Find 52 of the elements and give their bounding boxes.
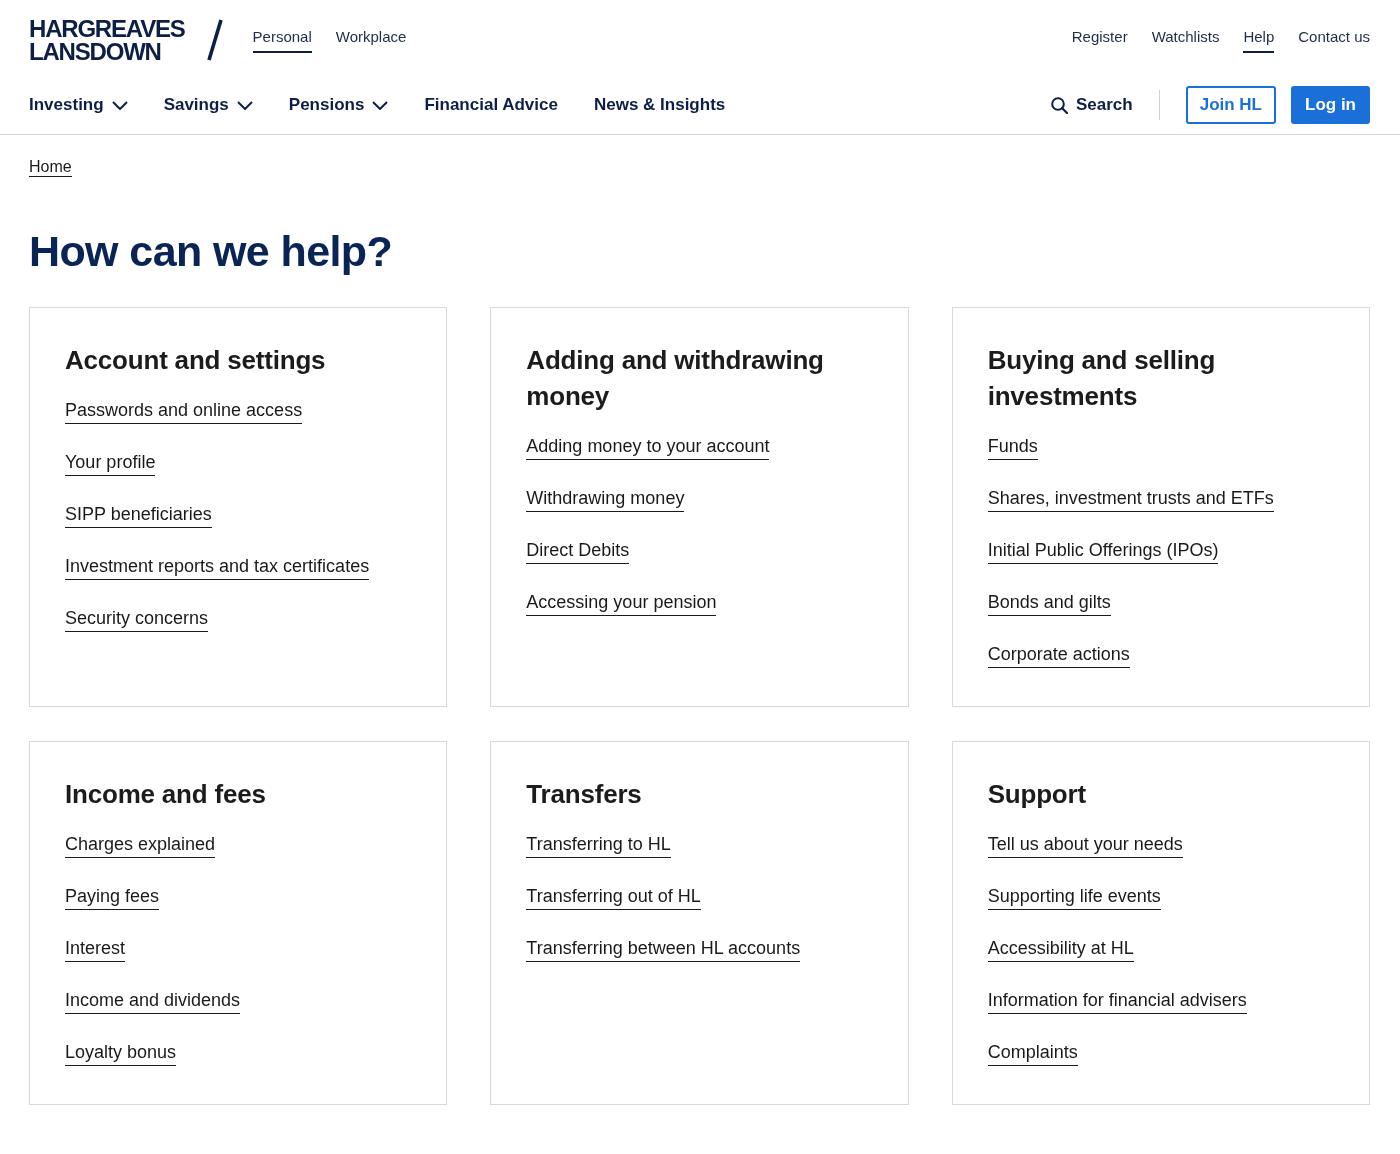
nav-link[interactable]: Financial Advice: [424, 92, 558, 118]
topic-heading: Income and fees: [65, 778, 267, 811]
topic-link[interactable]: Transferring out of HL: [526, 883, 701, 910]
topic-link[interactable]: SIPP beneficiaries: [65, 501, 212, 528]
utility-link[interactable]: Help: [1243, 27, 1275, 53]
topic-heading: Transfers: [526, 778, 643, 811]
topic-link[interactable]: Transferring to HL: [526, 831, 671, 858]
login-button[interactable]: Log in: [1291, 86, 1370, 124]
nav-link[interactable]: Investing: [29, 92, 128, 118]
page-heading: How can we help?: [29, 226, 394, 277]
segment-tab[interactable]: Personal: [252, 27, 312, 53]
topic-heading: Support: [987, 778, 1087, 811]
topic-link[interactable]: Loyalty bonus: [65, 1039, 177, 1066]
topic-heading: Buying and selling investments: [987, 344, 1217, 413]
topic-link[interactable]: Funds: [987, 433, 1038, 460]
topic-link[interactable]: Passwords and online access: [65, 397, 303, 424]
topic-link[interactable]: Direct Debits: [526, 537, 630, 564]
logo-wordmark[interactable]: HARGREAVES LANSDOWN: [29, 17, 185, 63]
topic-link[interactable]: Tell us about your needs: [987, 831, 1183, 858]
topic-link[interactable]: Accessibility at HL: [987, 935, 1134, 962]
topic-link[interactable]: Initial Public Offerings (IPOs): [987, 537, 1219, 564]
topic-link[interactable]: Adding money to your account: [526, 433, 770, 460]
topic-link[interactable]: Complaints: [987, 1039, 1078, 1066]
topic-link[interactable]: Investment reports and tax certificates: [65, 553, 370, 580]
topic-link[interactable]: Income and dividends: [65, 987, 241, 1014]
topic-link[interactable]: Information for financial advisers: [987, 987, 1247, 1014]
topic-link[interactable]: Shares, investment trusts and ETFs: [987, 485, 1274, 512]
nav-link[interactable]: Pensions: [288, 92, 389, 118]
topic-link[interactable]: Security concerns: [65, 605, 209, 632]
topic-link[interactable]: Supporting life events: [987, 883, 1161, 910]
topic-link[interactable]: Bonds and gilts: [987, 589, 1111, 616]
utility-link[interactable]: Watchlists: [1151, 27, 1220, 53]
search-icon: [1050, 96, 1068, 114]
segment-tab[interactable]: Workplace: [335, 27, 407, 53]
topic-link[interactable]: Paying fees: [65, 883, 160, 910]
topic-link[interactable]: Withdrawing money: [526, 485, 685, 512]
topic-link[interactable]: Interest: [65, 935, 126, 962]
topic-link[interactable]: Transferring between HL accounts: [526, 935, 801, 962]
topic-link[interactable]: Corporate actions: [987, 641, 1130, 668]
utility-link[interactable]: Contact us: [1298, 27, 1370, 53]
topic-heading: Account and settings: [65, 344, 327, 377]
nav-link[interactable]: Savings: [163, 92, 253, 118]
topic-link[interactable]: Accessing your pension: [526, 589, 717, 616]
utility-link[interactable]: Register: [1071, 27, 1128, 53]
topic-link[interactable]: Your profile: [65, 449, 156, 476]
join-button[interactable]: Join HL: [1185, 86, 1276, 124]
nav-link[interactable]: News & Insights: [593, 92, 726, 118]
topic-heading: Adding and withdrawing money: [526, 344, 825, 413]
breadcrumb-link[interactable]: Home: [29, 157, 72, 177]
slash-divider: [206, 19, 223, 61]
search-button[interactable]: Search: [1050, 92, 1133, 118]
topic-link[interactable]: Charges explained: [65, 831, 216, 858]
